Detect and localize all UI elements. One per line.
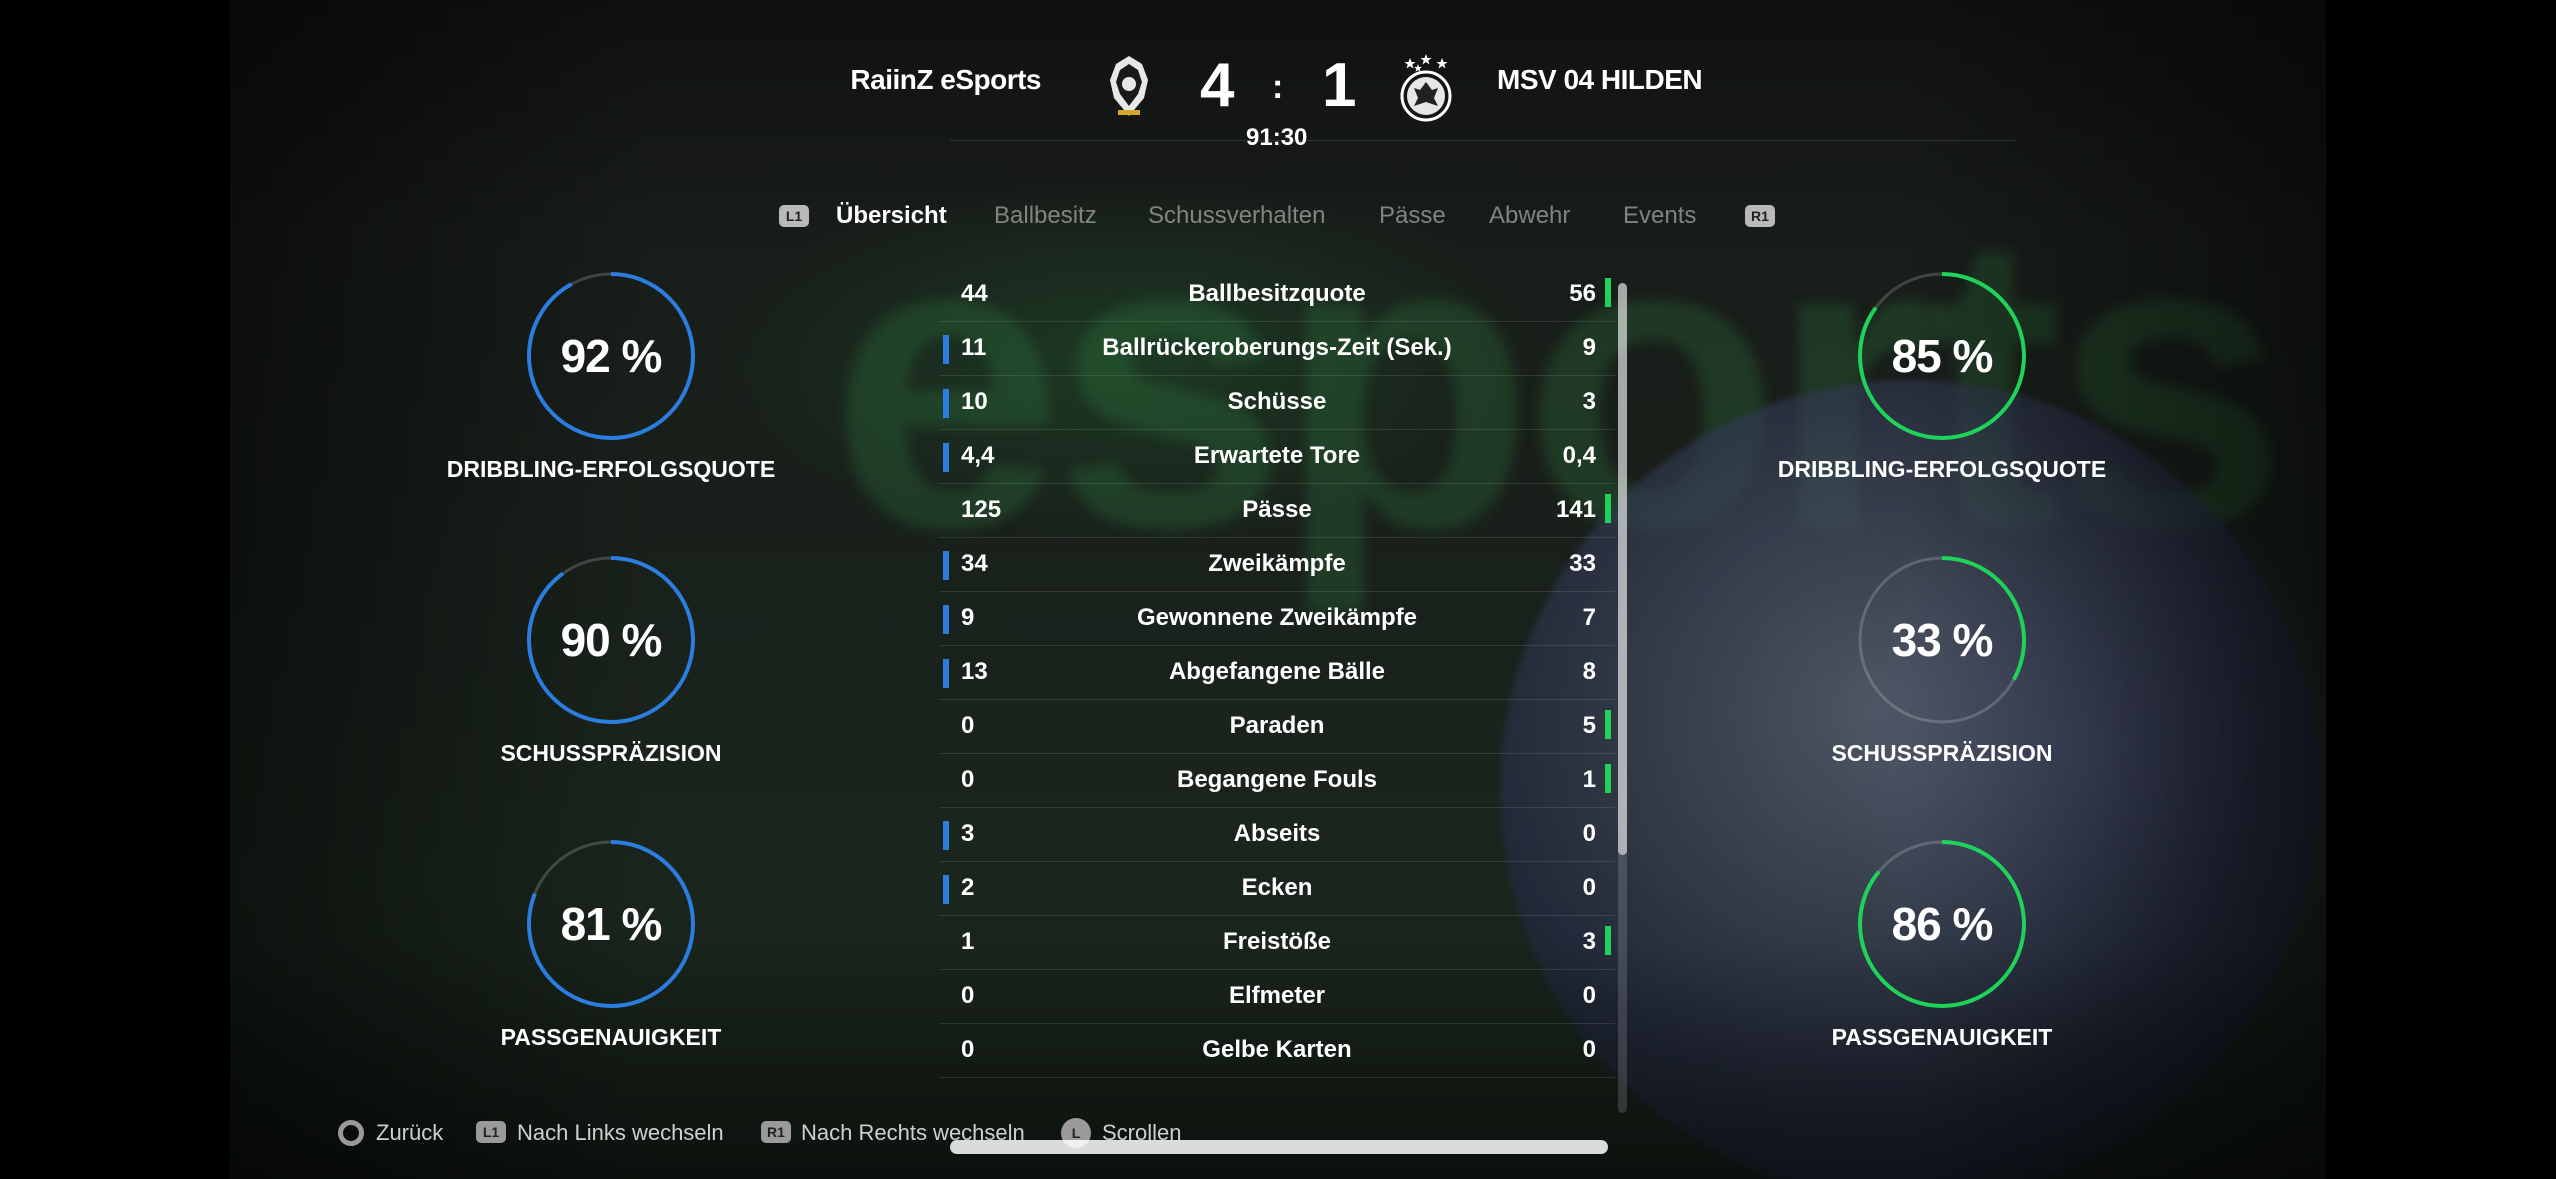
stat-name: Abseits: [1233, 820, 1321, 847]
ring-value: 86 %: [1891, 898, 1994, 950]
stat-name: Pässe: [1242, 496, 1312, 523]
away-value: 33: [1569, 550, 1596, 577]
away-value: 9: [1582, 334, 1596, 361]
stats-row: 1 Freistöße 3: [939, 916, 1615, 970]
stats-row: 11 Ballrückeroberungs-Zeit (Sek.) 9: [939, 322, 1615, 376]
ring-value: 90 %: [560, 614, 663, 666]
away-value: 0: [1582, 982, 1596, 1009]
match-clock: 91:30: [1246, 124, 1308, 151]
stat-name: Ballbesitzquote: [1188, 280, 1366, 307]
stats-row: 0 Elfmeter 0: [939, 970, 1615, 1024]
ring-chart: 33 %: [1856, 554, 2028, 726]
ring-label: PASSGENAUIGKEIT: [500, 1024, 722, 1050]
tab-schussverhalten[interactable]: Schussverhalten: [1148, 202, 1325, 230]
ring-value: 81 %: [560, 898, 663, 950]
stats-row: 2 Ecken 0: [939, 862, 1615, 916]
away-score: 1: [1322, 51, 1357, 120]
switch-left-hint[interactable]: Nach Links wechseln: [517, 1120, 724, 1146]
stat-name: Paraden: [1229, 712, 1325, 739]
ring-label: SCHUSSPRÄZISION: [500, 740, 722, 766]
stat-name: Abgefangene Bälle: [1168, 658, 1386, 685]
away-crest-icon: [1400, 54, 1452, 122]
circle-button-icon: [338, 1120, 364, 1146]
away-shot-accuracy-stat: 33 % SCHUSSPRÄZISION: [1772, 554, 2112, 767]
stats-row: 9 Gewonnene Zweikämpfe 7: [939, 592, 1615, 646]
away-value: 56: [1569, 280, 1596, 307]
ring-label: SCHUSSPRÄZISION: [1831, 740, 2053, 766]
ring-value: 85 %: [1891, 330, 1994, 382]
away-value: 8: [1582, 658, 1596, 685]
away-value: 0: [1582, 820, 1596, 847]
away-value: 0,4: [1562, 442, 1596, 469]
stat-name: Ecken: [1241, 874, 1313, 901]
tab-ballbesitz[interactable]: Ballbesitz: [994, 202, 1097, 230]
stats-tabs: L1 Übersicht Ballbesitz Schussverhalten …: [0, 202, 2556, 234]
stats-row: 0 Begangene Fouls 1: [939, 754, 1615, 808]
away-team-name: MSV 04 HILDEN: [1497, 64, 1703, 95]
stat-name: Elfmeter: [1228, 982, 1326, 1009]
stat-name: Gelbe Karten: [1202, 1036, 1352, 1063]
tab-abwehr[interactable]: Abwehr: [1489, 202, 1570, 230]
stats-row: 125 Pässe 141: [939, 484, 1615, 538]
stats-scrollbar-thumb[interactable]: [1618, 283, 1627, 855]
stats-row: 0 Paraden 5: [939, 700, 1615, 754]
ring-chart: 86 %: [1856, 838, 2028, 1010]
header-divider: [950, 140, 2015, 141]
away-value: 0: [1582, 1036, 1596, 1063]
l1-button-icon[interactable]: L1: [779, 205, 809, 227]
stats-row: 10 Schüsse 3: [939, 376, 1615, 430]
ring-value: 92 %: [560, 330, 663, 382]
ring-label: DRIBBLING-ERFOLGSQUOTE: [1777, 456, 2107, 482]
stat-name: Gewonnene Zweikämpfe: [1136, 604, 1418, 631]
score-separator: :: [1272, 68, 1284, 106]
stats-row: 13 Abgefangene Bälle 8: [939, 646, 1615, 700]
ring-chart: 81 %: [525, 838, 697, 1010]
home-pass-accuracy-stat: 81 % PASSGENAUIGKEIT: [441, 838, 781, 1051]
home-shot-accuracy-stat: 90 % SCHUSSPRÄZISION: [441, 554, 781, 767]
ring-label: DRIBBLING-ERFOLGSQUOTE: [446, 456, 776, 482]
stat-name: Zweikämpfe: [1208, 550, 1346, 577]
l1-hint-icon: L1: [476, 1121, 506, 1143]
away-value: 0: [1582, 874, 1596, 901]
ring-chart: 90 %: [525, 554, 697, 726]
away-value: 1: [1582, 766, 1596, 793]
away-value: 5: [1582, 712, 1596, 739]
stat-name: Erwartete Tore: [1193, 442, 1361, 469]
home-crest-icon: [1110, 56, 1148, 116]
tab-events[interactable]: Events: [1623, 202, 1696, 230]
away-value: 141: [1555, 496, 1596, 523]
ring-chart: 85 %: [1856, 270, 2028, 442]
away-value: 7: [1582, 604, 1596, 631]
home-indicator[interactable]: [950, 1140, 1608, 1154]
stats-row: 34 Zweikämpfe 33: [939, 538, 1615, 592]
tab-ubersicht[interactable]: Übersicht: [836, 202, 947, 230]
ring-chart: 92 %: [525, 270, 697, 442]
stats-table[interactable]: 44 Ballbesitzquote 56 11 Ballrückeroberungs…: [939, 268, 1615, 1078]
ring-label: PASSGENAUIGKEIT: [1831, 1024, 2053, 1050]
away-dribbling-stat: 85 % DRIBBLING-ERFOLGSQUOTE: [1772, 270, 2112, 483]
home-score: 4: [1200, 51, 1235, 120]
stat-name: Ballrückeroberungs-Zeit (Sek.): [1102, 334, 1452, 361]
tab-passe[interactable]: Pässe: [1379, 202, 1446, 230]
stats-row: 3 Abseits 0: [939, 808, 1615, 862]
home-dribbling-stat: 92 % DRIBBLING-ERFOLGSQUOTE: [441, 270, 781, 483]
stats-row: 0 Gelbe Karten 0: [939, 1024, 1615, 1078]
back-hint[interactable]: Zurück: [376, 1120, 443, 1146]
ring-value: 33 %: [1891, 614, 1994, 666]
stat-name: Schüsse: [1227, 388, 1327, 415]
r1-button-icon[interactable]: R1: [1745, 205, 1775, 227]
r1-hint-icon: R1: [761, 1121, 791, 1143]
stat-name: Begangene Fouls: [1176, 766, 1378, 793]
away-pass-accuracy-stat: 86 % PASSGENAUIGKEIT: [1772, 838, 2112, 1051]
stats-row: 4,4 Erwartete Tore 0,4: [939, 430, 1615, 484]
stats-row: 44 Ballbesitzquote 56: [939, 268, 1615, 322]
home-team-name: RaiinZ eSports: [850, 64, 1041, 95]
away-value: 3: [1582, 388, 1596, 415]
stat-name: Freistöße: [1222, 928, 1332, 955]
away-value: 3: [1582, 928, 1596, 955]
